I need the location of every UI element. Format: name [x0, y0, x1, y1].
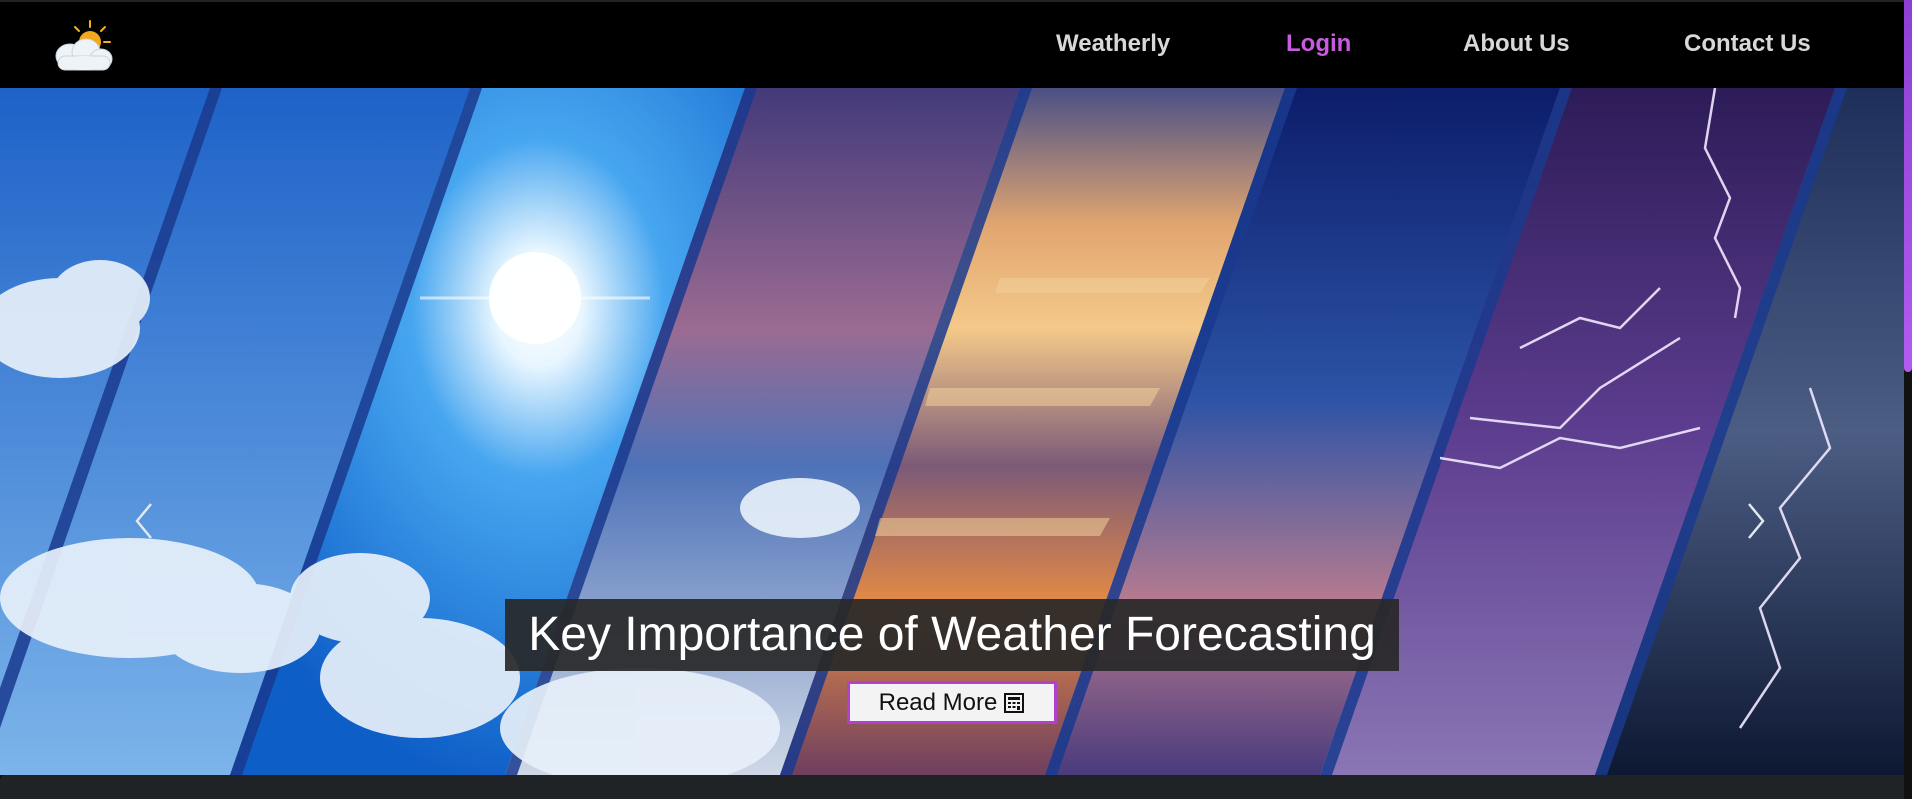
scrollbar-thumb[interactable]: [1904, 0, 1912, 372]
nav-link-contact-us[interactable]: Contact Us: [1684, 30, 1811, 58]
read-more-label: Read More: [878, 688, 998, 716]
nav-link-login[interactable]: Login: [1286, 30, 1351, 58]
chevron-right-icon[interactable]: [1735, 496, 1775, 546]
chevron-left-icon[interactable]: [125, 496, 165, 546]
top-navigation-bar: Weatherly Login About Us Contact Us: [0, 0, 1904, 88]
nav-link-about-us[interactable]: About Us: [1463, 30, 1570, 58]
footer-edge: [0, 775, 1904, 799]
hero-caption: Key Importance of Weather Forecasting: [505, 599, 1399, 671]
read-more-button[interactable]: Read More: [847, 681, 1057, 724]
main-nav: Weatherly Login About Us Contact Us: [0, 2, 1904, 90]
weather-landing-page: Weatherly Login About Us Contact Us Key …: [0, 0, 1912, 799]
nav-link-weatherly[interactable]: Weatherly: [1056, 30, 1170, 58]
weather-collage-image: [0, 88, 1904, 775]
calculator-icon: [1004, 692, 1025, 713]
hero-carousel: [0, 88, 1904, 775]
